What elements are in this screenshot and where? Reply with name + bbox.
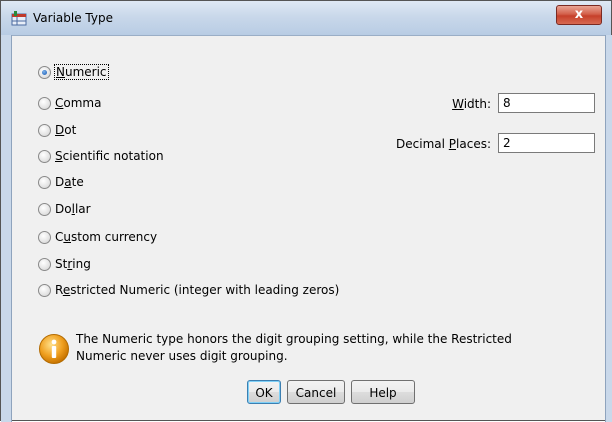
width-input[interactable] (498, 93, 595, 113)
close-icon: x (574, 7, 584, 22)
radio-option[interactable]: Comma (38, 94, 101, 112)
radio-button[interactable] (38, 123, 51, 137)
radio-option[interactable]: String (38, 255, 91, 273)
radio-button[interactable] (38, 230, 51, 244)
help-button[interactable]: Help (351, 380, 415, 404)
window-frame-right (605, 35, 612, 422)
radio-option[interactable]: Dollar (38, 200, 91, 218)
width-label: Width: (452, 97, 491, 111)
radio-button[interactable] (38, 257, 51, 271)
info-message: The Numeric type honors the digit groupi… (76, 331, 576, 365)
radio-label: Scientific notation (55, 149, 164, 163)
radio-button[interactable] (38, 175, 51, 189)
radio-button[interactable] (38, 202, 51, 216)
title-bar[interactable]: Variable Type x (1, 1, 611, 36)
radio-option[interactable]: Scientific notation (38, 147, 164, 165)
variable-type-dialog: Variable Type x Numeric Comma Dot Scientifi… (0, 0, 612, 422)
window-frame-left (1, 35, 12, 422)
ok-button[interactable]: OK (247, 380, 281, 404)
window-title: Variable Type (33, 11, 113, 25)
radio-button-selected[interactable] (38, 65, 51, 79)
info-message-line: The Numeric type honors the digit groupi… (76, 332, 512, 346)
radio-option[interactable]: Restricted Numeric (integer with leading… (38, 281, 339, 299)
radio-option[interactable]: Numeric (38, 63, 109, 81)
radio-label: Date (55, 175, 84, 189)
radio-button[interactable] (38, 96, 51, 110)
radio-label: Comma (55, 96, 102, 110)
cancel-button[interactable]: Cancel (287, 380, 345, 404)
radio-option[interactable]: Date (38, 173, 84, 191)
radio-label: Custom currency (55, 230, 158, 244)
radio-option[interactable]: Dot (38, 121, 76, 139)
info-message-line: Numeric never uses digit grouping. (76, 349, 288, 363)
close-button[interactable]: x (556, 5, 602, 25)
info-icon (39, 334, 69, 364)
radio-label: Dollar (55, 202, 91, 216)
radio-label: Restricted Numeric (integer with leading… (55, 283, 340, 297)
radio-option[interactable]: Custom currency (38, 228, 157, 246)
radio-button[interactable] (38, 149, 51, 163)
radio-label: Dot (55, 123, 77, 137)
radio-button[interactable] (38, 283, 51, 297)
radio-label: Numeric (54, 64, 109, 80)
radio-label: String (55, 257, 91, 271)
decimal-places-input[interactable] (498, 133, 595, 153)
decimal-places-label: Decimal Places: (396, 137, 491, 151)
app-icon (11, 11, 27, 26)
